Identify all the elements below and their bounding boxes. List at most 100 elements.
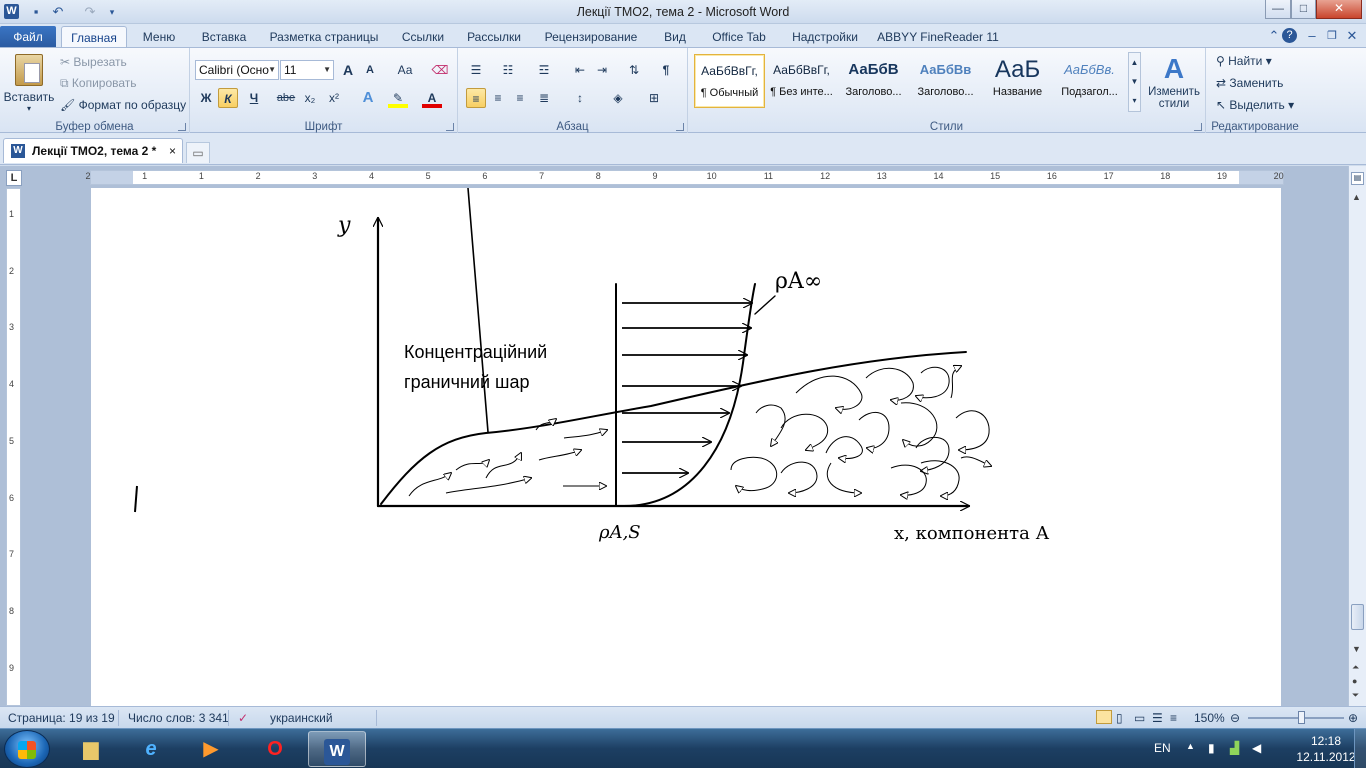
doc-close-icon[interactable]: ✕ [1344, 28, 1360, 44]
tab-home[interactable]: Главная [61, 26, 127, 48]
language-indicator[interactable]: украинский [270, 711, 333, 725]
next-page-icon[interactable]: ⏷ [1352, 690, 1359, 701]
format-painter-button[interactable]: 🖌 Формат по образцу [60, 95, 186, 115]
borders-icon[interactable]: ⊞ [644, 88, 664, 108]
pilcrow-icon[interactable]: ¶ [656, 60, 676, 80]
tab-insert[interactable]: Вставка [192, 26, 256, 48]
grow-font-button[interactable]: A [338, 60, 358, 80]
align-left-icon[interactable]: ≡ [466, 88, 486, 108]
font-name-combo[interactable]: Calibri (Осно ▼ [195, 60, 279, 80]
media-player-taskbar-button[interactable]: ▶ [182, 731, 240, 767]
decrease-indent-icon[interactable]: ⇤ [570, 60, 590, 80]
undo-icon[interactable]: ↶ [50, 4, 66, 20]
tab-addins[interactable]: Надстройки [782, 26, 868, 48]
superscript-button[interactable]: x² [324, 88, 344, 108]
font-launcher-icon[interactable] [446, 123, 454, 131]
ruler-toggle-icon[interactable]: ▤ [1351, 172, 1364, 185]
tab-file[interactable]: Файл [0, 26, 56, 48]
font-color-icon[interactable]: A [422, 88, 442, 108]
proofing-icon[interactable]: ✓ [238, 711, 248, 725]
style-normal[interactable]: АаБбВвГг, ¶ Обычный [694, 54, 765, 108]
tray-expand-icon[interactable]: ▲ [1186, 741, 1195, 751]
document-tab[interactable]: W Лекції ТМО2, тема 2 * × [3, 138, 183, 163]
draft-view-icon[interactable]: ≡ [1170, 711, 1177, 725]
maximize-button[interactable]: □ [1291, 0, 1316, 19]
help-icon[interactable]: ? [1282, 28, 1297, 43]
browse-object-icon[interactable]: ● [1352, 676, 1357, 686]
close-tab-icon[interactable]: × [169, 139, 176, 163]
change-styles-button[interactable]: A Изменить стили [1144, 52, 1204, 116]
start-button[interactable] [4, 730, 50, 768]
select-button[interactable]: ↖ Выделить ▾ [1216, 95, 1294, 115]
style-heading1[interactable]: АаБбВ Заголово... [838, 54, 909, 108]
web-layout-icon[interactable]: ▭ [1134, 711, 1145, 725]
horizontal-ruler[interactable]: 2 1 1 2 3 4 5 6 7 8 9 10 11 12 13 14 15 16 17 18 19 20 [85, 170, 1284, 185]
subscript-button[interactable]: x₂ [300, 88, 320, 108]
word-app-icon[interactable]: W [4, 4, 19, 19]
multilevel-list-icon[interactable]: ☲ [534, 60, 554, 80]
customize-quick-access-icon[interactable]: ▾ [104, 4, 120, 20]
full-screen-reading-icon[interactable]: ▯ [1116, 711, 1123, 725]
zoom-slider[interactable] [1248, 717, 1344, 719]
underline-button[interactable]: Ч [244, 88, 264, 108]
input-language[interactable]: EN [1154, 741, 1171, 755]
align-right-icon[interactable]: ≡ [510, 88, 530, 108]
device-icon[interactable]: ▮ [1208, 741, 1215, 755]
strikethrough-button[interactable]: abe [276, 88, 296, 108]
new-tab-button[interactable]: ▭ [186, 142, 210, 163]
tab-review[interactable]: Рецензирование [534, 26, 648, 48]
doc-restore-icon[interactable]: ❐ [1324, 28, 1340, 44]
save-icon[interactable]: ▪ [28, 4, 44, 20]
zoom-out-icon[interactable]: ⊖ [1230, 711, 1240, 725]
word-count[interactable]: Число слов: 3 341 [128, 711, 229, 725]
paste-button[interactable]: Вставить ▾ [3, 52, 55, 116]
cut-button[interactable]: ✂ Вырезать [60, 52, 127, 72]
sort-icon[interactable]: ⇅ [624, 60, 644, 80]
shading-icon[interactable]: ◈ [608, 88, 628, 108]
opera-taskbar-button[interactable]: O [246, 731, 304, 767]
style-subtitle[interactable]: АаБбВв. Подзагол... [1054, 54, 1125, 108]
minimize-button[interactable]: — [1265, 0, 1291, 19]
volume-icon[interactable]: ◀ [1252, 741, 1261, 755]
style-no-spacing[interactable]: АаБбВвГг, ¶ Без инте... [766, 54, 837, 108]
clock-time[interactable]: 12:18 [1296, 734, 1356, 748]
document-page[interactable]: y ρA∞ ρA,S x, компонента А Концентраційн… [91, 188, 1281, 706]
tab-abbyy[interactable]: ABBYY FineReader 11 [874, 26, 1002, 48]
scroll-up-icon[interactable]: ▲ [1352, 192, 1361, 202]
tab-mailings[interactable]: Рассылки [460, 26, 528, 48]
clock-date[interactable]: 12.11.2012 [1290, 750, 1362, 764]
find-button[interactable]: ⚲ Найти ▾ [1216, 51, 1272, 71]
change-case-button[interactable]: Аа [392, 60, 418, 80]
scroll-thumb[interactable] [1351, 604, 1364, 630]
clear-formatting-icon[interactable]: ⌫ [430, 60, 450, 80]
tab-office-tab[interactable]: Office Tab [702, 26, 776, 48]
bullets-icon[interactable]: ☰ [466, 60, 486, 80]
tab-view[interactable]: Вид [654, 26, 696, 48]
scroll-down-icon[interactable]: ▼ [1352, 644, 1361, 654]
style-title[interactable]: АаБ Название [982, 54, 1053, 108]
style-heading2[interactable]: АаБбВв Заголово... [910, 54, 981, 108]
numbering-icon[interactable]: ☷ [498, 60, 518, 80]
show-desktop-button[interactable] [1354, 729, 1366, 768]
redo-icon[interactable]: ↷ [82, 4, 98, 20]
tab-selector[interactable]: L [6, 170, 22, 186]
styles-scroll[interactable]: ▲ ▼ ▾ [1128, 52, 1141, 112]
paragraph-launcher-icon[interactable] [676, 123, 684, 131]
vertical-scrollbar[interactable]: ▤ ▲ ▼ ⏶ ● ⏷ [1348, 166, 1366, 706]
collapse-ribbon-icon[interactable]: ⌃ [1266, 28, 1282, 44]
align-center-icon[interactable]: ≡ [488, 88, 508, 108]
line-spacing-icon[interactable]: ↕ [570, 88, 590, 108]
font-size-combo[interactable]: 11 ▼ [280, 60, 334, 80]
page-count[interactable]: Страница: 19 из 19 [8, 711, 115, 725]
zoom-level[interactable]: 150% [1194, 711, 1225, 725]
close-button[interactable]: ✕ [1316, 0, 1362, 19]
italic-button[interactable]: К [218, 88, 238, 108]
doc-minimize-icon[interactable]: – [1304, 28, 1320, 44]
vertical-ruler[interactable]: 12345678910 [6, 188, 21, 729]
print-layout-icon[interactable] [1096, 710, 1112, 724]
replace-button[interactable]: ⇄ Заменить [1216, 73, 1283, 93]
zoom-slider-thumb[interactable] [1298, 711, 1305, 724]
tab-page-layout[interactable]: Разметка страницы [262, 26, 386, 48]
highlight-icon[interactable]: ✎ [388, 88, 408, 108]
zoom-in-icon[interactable]: ⊕ [1348, 711, 1358, 725]
